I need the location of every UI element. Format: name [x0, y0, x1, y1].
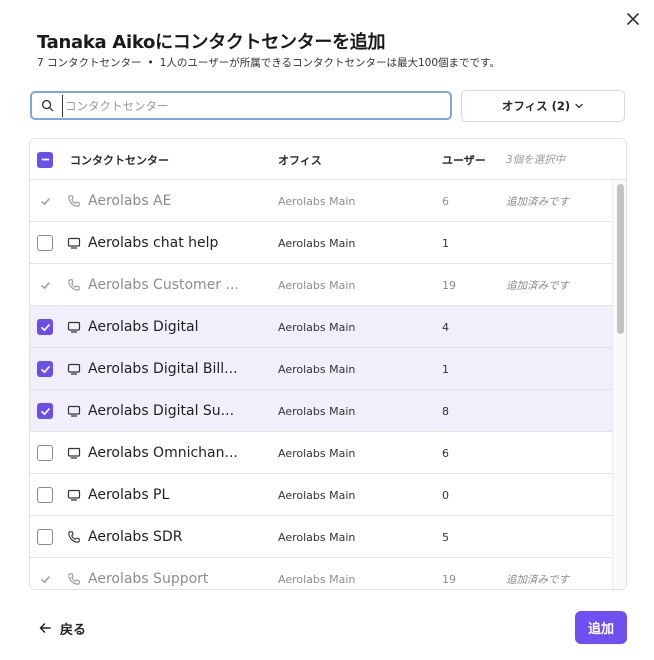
user-count: 6	[442, 194, 449, 208]
header-office[interactable]: オフィス	[278, 139, 322, 180]
phone-icon	[67, 558, 81, 589]
contact-center-count: 7 コンタクトセンター	[37, 57, 142, 69]
checkmark-icon	[40, 575, 50, 583]
table-row: Aerolabs Support Aerolabs Main 19 追加済みです	[30, 558, 612, 589]
table-row[interactable]: Aerolabs Digital Aerolabs Main 4	[30, 306, 612, 348]
dialog-title: Tanaka Aikoにコンタクトセンターを追加	[37, 32, 386, 53]
search-box[interactable]	[30, 91, 452, 120]
office-name: Aerolabs Main	[278, 236, 356, 250]
monitor-icon	[67, 390, 81, 432]
table-row[interactable]: Aerolabs SDR Aerolabs Main 5	[30, 516, 612, 558]
already-added-status: 追加済みです	[506, 279, 569, 292]
contact-center-name: Aerolabs Omnichan...	[88, 445, 238, 461]
table-header: コンタクトセンター オフィス ユーザー 3個を選択中	[30, 139, 626, 180]
user-count: 6	[442, 446, 449, 460]
user-count: 4	[442, 320, 449, 334]
table-row[interactable]: Aerolabs Omnichan... Aerolabs Main 6	[30, 432, 612, 474]
monitor-icon	[67, 348, 81, 390]
subtitle-separator: •	[147, 57, 154, 69]
contact-center-table: コンタクトセンター オフィス ユーザー 3個を選択中 Aerolabs AE A…	[29, 138, 627, 590]
checkmark-icon	[40, 323, 50, 331]
minus-icon	[41, 158, 49, 161]
already-added-status: 追加済みです	[506, 573, 569, 586]
search-icon	[32, 99, 62, 112]
table-row[interactable]: Aerolabs Digital Bill... Aerolabs Main 1	[30, 348, 612, 390]
checkmark-icon	[40, 407, 50, 415]
checkmark-icon	[40, 197, 50, 205]
checkmark-icon	[40, 365, 50, 373]
contact-center-name: Aerolabs Support	[88, 571, 209, 587]
contact-center-name: Aerolabs chat help	[88, 235, 219, 251]
table-scrollbar[interactable]	[612, 180, 626, 589]
dialog-subtitle: 7 コンタクトセンター • 1人のユーザーが所属できるコンタクトセンターは最大100…	[37, 55, 500, 70]
contact-center-name: Aerolabs Digital Su...	[88, 403, 235, 419]
table-row: Aerolabs Customer ... Aerolabs Main 19 追…	[30, 264, 612, 306]
row-checkbox[interactable]	[37, 403, 53, 419]
row-checkbox[interactable]	[37, 361, 53, 377]
table-row[interactable]: Aerolabs PL Aerolabs Main 0	[30, 474, 612, 516]
contact-center-name: Aerolabs SDR	[88, 529, 183, 545]
row-checkbox[interactable]	[37, 319, 53, 335]
arrow-left-icon	[39, 623, 51, 633]
header-users[interactable]: ユーザー	[442, 139, 486, 180]
contact-center-name: Aerolabs Digital Bill...	[88, 361, 238, 377]
office-name: Aerolabs Main	[278, 362, 356, 376]
row-checkbox[interactable]	[37, 235, 53, 251]
office-filter-dropdown[interactable]: オフィス (2)	[461, 90, 625, 122]
user-count: 5	[442, 530, 449, 544]
contact-center-name: Aerolabs Digital	[88, 319, 199, 335]
monitor-icon	[67, 432, 81, 474]
monitor-icon	[67, 474, 81, 516]
phone-icon	[67, 180, 81, 222]
row-checkbox	[37, 193, 53, 209]
row-checkbox[interactable]	[37, 445, 53, 461]
search-input[interactable]	[62, 94, 450, 117]
office-filter-label: オフィス (2)	[501, 99, 571, 113]
user-count: 1	[442, 236, 449, 250]
selected-count: 3個を選択中	[506, 154, 566, 166]
phone-icon	[67, 264, 81, 306]
phone-icon	[67, 516, 81, 558]
office-name: Aerolabs Main	[278, 194, 356, 208]
chevron-down-icon	[575, 103, 583, 109]
table-row[interactable]: Aerolabs Digital Su... Aerolabs Main 8	[30, 390, 612, 432]
user-count: 19	[442, 278, 456, 292]
table-row: Aerolabs AE Aerolabs Main 6 追加済みです	[30, 180, 612, 222]
scrollbar-thumb[interactable]	[617, 184, 624, 334]
back-label: 戻る	[60, 622, 87, 638]
row-checkbox[interactable]	[37, 529, 53, 545]
header-contact-center[interactable]: コンタクトセンター	[70, 139, 169, 180]
table-body[interactable]: Aerolabs AE Aerolabs Main 6 追加済みです Aerol…	[30, 180, 612, 589]
office-name: Aerolabs Main	[278, 278, 356, 292]
row-checkbox	[37, 277, 53, 293]
office-name: Aerolabs Main	[278, 572, 356, 586]
contact-center-name: Aerolabs Customer ...	[88, 277, 239, 293]
close-button[interactable]	[622, 8, 644, 30]
checkmark-icon	[40, 281, 50, 289]
office-name: Aerolabs Main	[278, 530, 356, 544]
office-name: Aerolabs Main	[278, 320, 356, 334]
table-row[interactable]: Aerolabs chat help Aerolabs Main 1	[30, 222, 612, 264]
close-icon	[627, 13, 639, 25]
office-name: Aerolabs Main	[278, 488, 356, 502]
back-button[interactable]: 戻る	[38, 617, 86, 639]
row-checkbox	[37, 571, 53, 587]
contact-center-name: Aerolabs PL	[88, 487, 170, 503]
row-checkbox[interactable]	[37, 487, 53, 503]
user-count: 0	[442, 488, 449, 502]
office-name: Aerolabs Main	[278, 404, 356, 418]
monitor-icon	[67, 222, 81, 264]
user-count: 8	[442, 404, 449, 418]
office-name: Aerolabs Main	[278, 446, 356, 460]
select-all-checkbox[interactable]	[37, 151, 53, 168]
user-count: 19	[442, 572, 456, 586]
add-button[interactable]: 追加	[575, 611, 627, 644]
user-count: 1	[442, 362, 449, 376]
contact-center-name: Aerolabs AE	[88, 193, 172, 209]
monitor-icon	[67, 306, 81, 348]
already-added-status: 追加済みです	[506, 195, 569, 208]
limit-note: 1人のユーザーが所属できるコンタクトセンターは最大100個までです。	[159, 57, 500, 69]
